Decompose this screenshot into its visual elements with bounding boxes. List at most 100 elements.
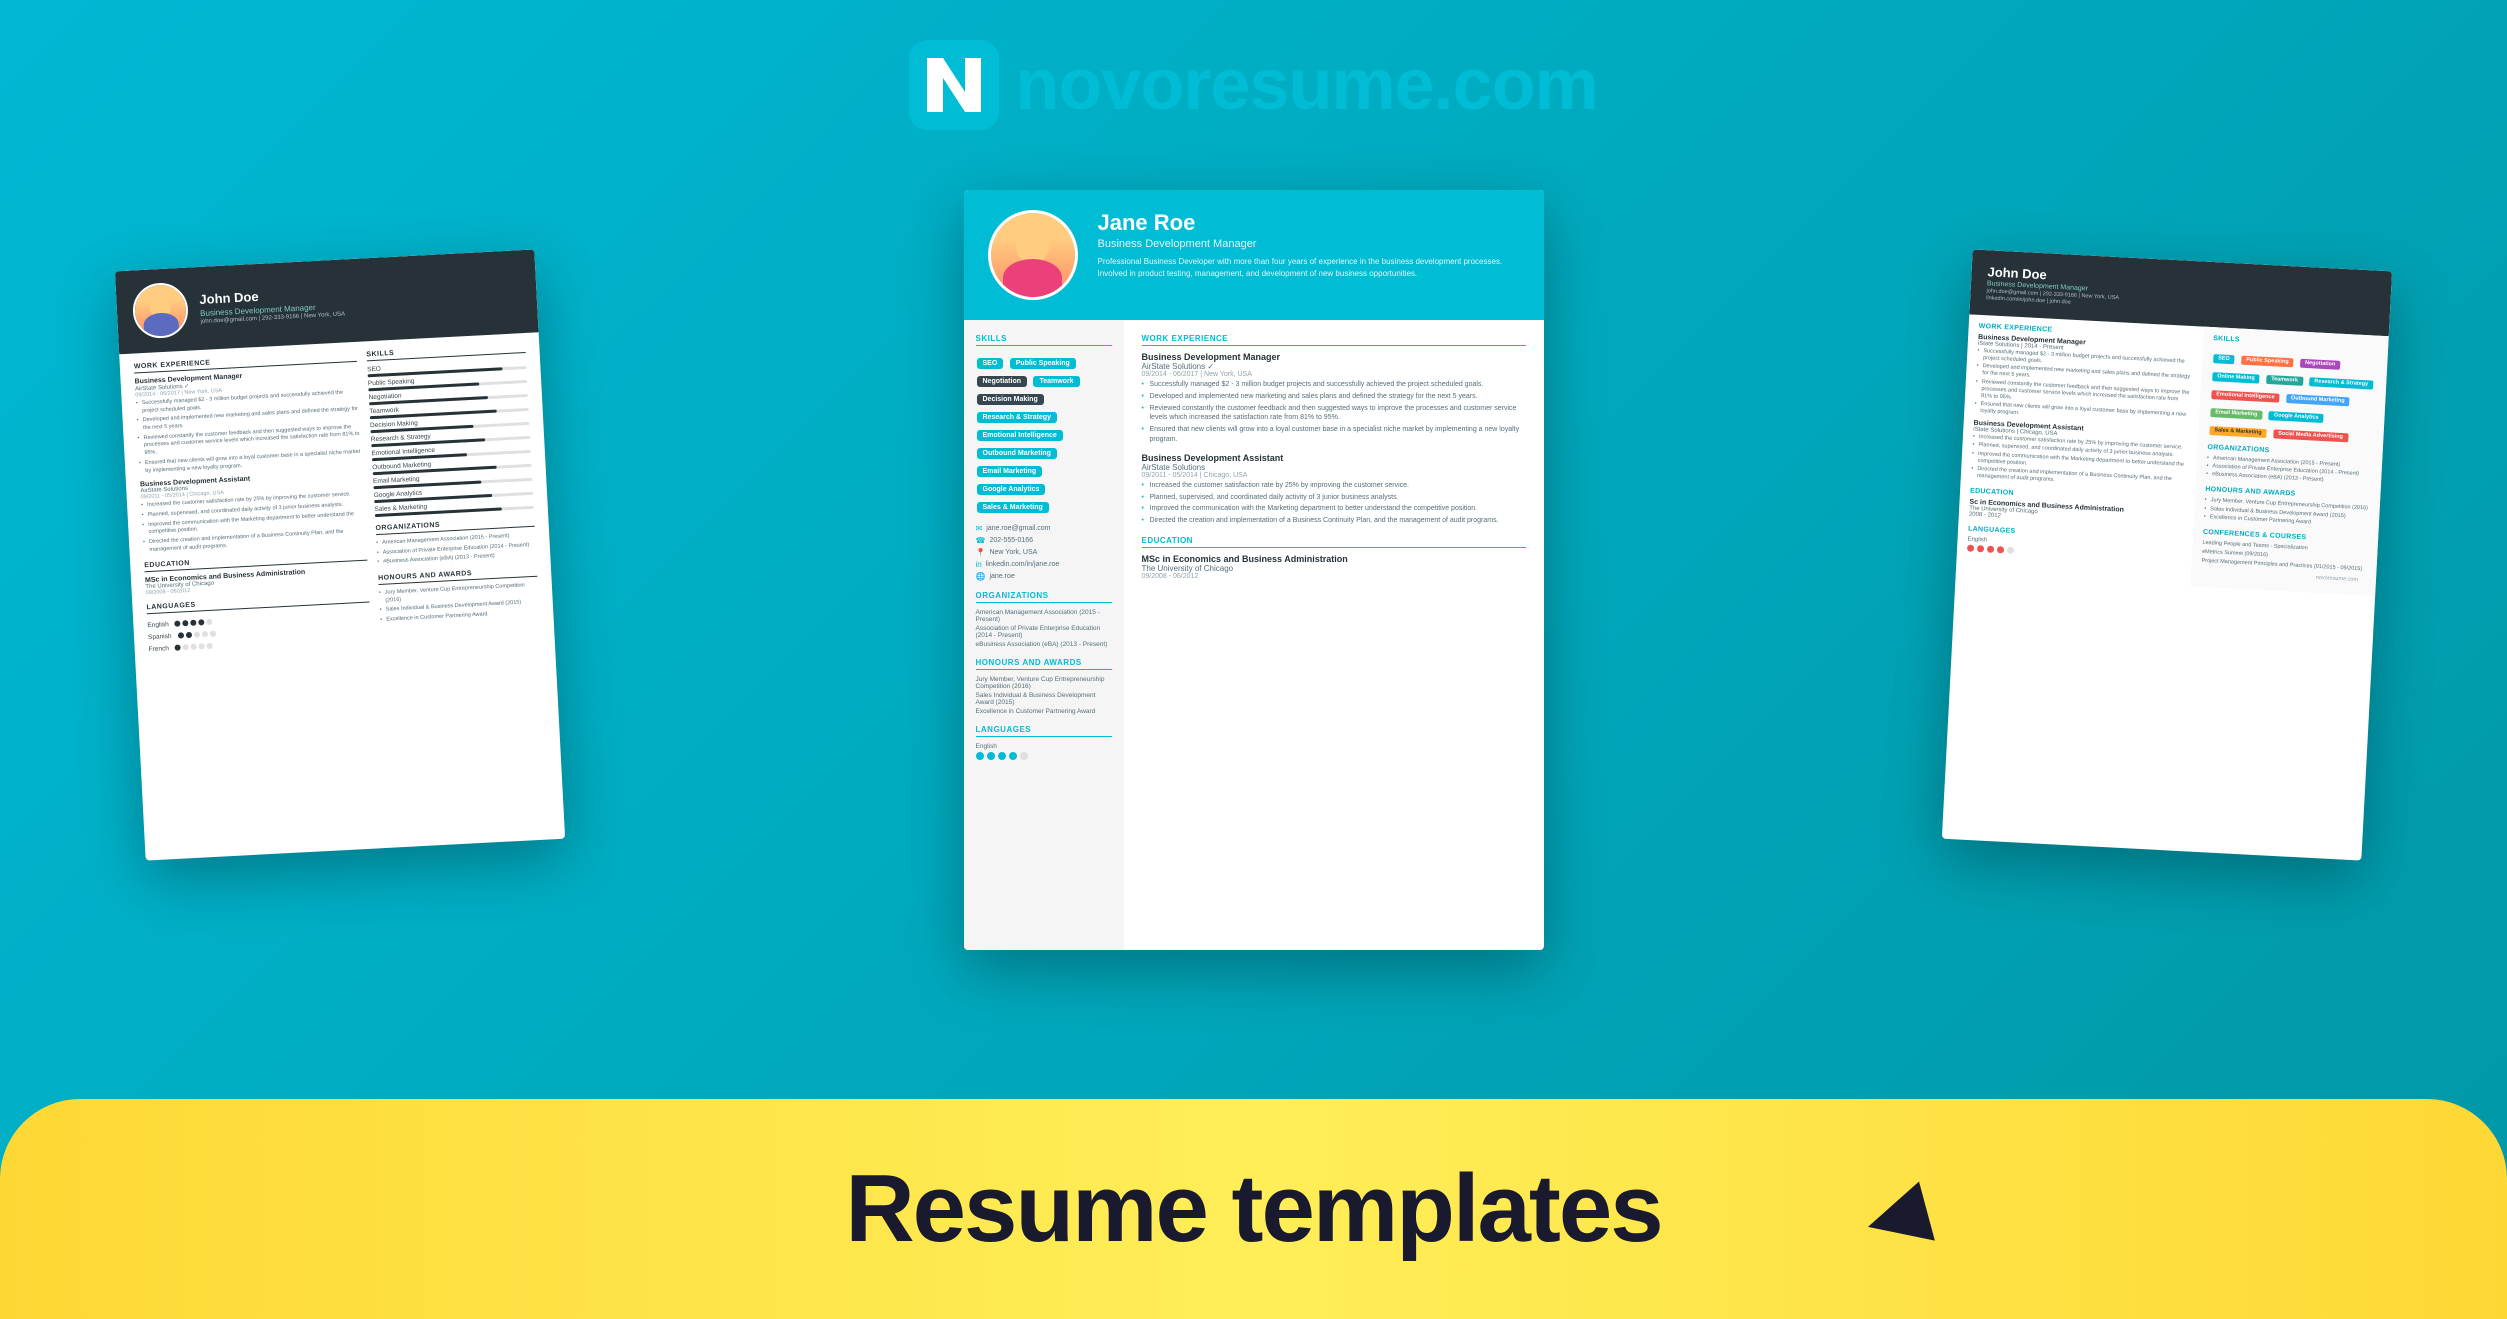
center-email: ✉ jane.roe@gmail.com: [976, 524, 1112, 533]
right-skills-tags: SEO Public Speaking Negotiation Online M…: [2208, 346, 2378, 445]
center-langs-sidebar-title: LANGUAGES: [976, 725, 1112, 737]
skill-tag-speaking: Public Speaking: [1010, 358, 1076, 369]
location-icon: 📍: [976, 548, 986, 557]
rtag-sales: Sales & Marketing: [2209, 426, 2267, 438]
skill-tag-emotional: Emotional Intelligence: [977, 430, 1063, 441]
skill-tag-sales: Sales & Marketing: [977, 502, 1049, 513]
center-edu-school: The University of Chicago: [1142, 564, 1526, 573]
rtag-outbound: Outbound Marketing: [2286, 394, 2350, 406]
center-linkedin: in linkedin.com/in/jane.roe: [976, 560, 1112, 569]
center-body: SKILLS SEO Public Speaking Negotiation T…: [964, 320, 1544, 950]
center-job-1: Business Development Manager AirState So…: [1142, 352, 1526, 445]
linkedin-icon: in: [976, 560, 982, 569]
logo-icon: [909, 40, 999, 130]
center-job-2: Business Development Assistant AirState …: [1142, 453, 1526, 526]
left-header-info: John Doe Business Development Manager jo…: [199, 284, 345, 325]
center-job1-b1: Successfully managed $2 - 3 million budg…: [1142, 380, 1526, 390]
left-lang-fr: French: [149, 645, 170, 653]
rtag-analytics: Google Analytics: [2269, 411, 2324, 423]
right-job-2: Business Development Assistant iState So…: [1971, 420, 2189, 491]
skill-tag-negotiation: Negotiation: [977, 376, 1028, 387]
center-edu-date: 09/2008 - 06/2012: [1142, 573, 1526, 580]
left-job-1: Business Development Manager AirState So…: [134, 367, 362, 476]
center-org-2: Association of Private Enterprise Educat…: [976, 625, 1112, 639]
center-job1-b4: Ensured that new clients will grow into …: [1142, 425, 1526, 445]
center-name: Jane Roe: [1098, 210, 1520, 236]
skill-tag-teamwork: Teamwork: [1033, 376, 1079, 387]
center-work-title: WORK EXPERIENCE: [1142, 334, 1526, 346]
bottom-banner: Resume templates: [0, 1099, 2507, 1319]
center-job1-date: 09/2014 - 06/2017 | New York, USA: [1142, 371, 1526, 378]
center-skills-title: SKILLS: [976, 334, 1112, 346]
center-sidebar: SKILLS SEO Public Speaking Negotiation T…: [964, 320, 1124, 950]
center-contact-section: ✉ jane.roe@gmail.com ☎ 202-555-0166 📍 Ne…: [976, 524, 1112, 581]
center-job2-b2: Planned, supervised, and coordinated dai…: [1142, 493, 1526, 503]
header: novoresume.com: [0, 40, 2507, 130]
skill-tag-outbound: Outbound Marketing: [977, 448, 1057, 459]
left-col-main: WORK EXPERIENCE Business Development Man…: [134, 352, 372, 654]
skill-tag-decision: Decision Making: [977, 394, 1044, 405]
skill-tag-analytics: Google Analytics: [977, 484, 1046, 495]
rtag-emotional: Emotional Intelligence: [2211, 390, 2280, 403]
rtag-seo: SEO: [2213, 354, 2235, 364]
center-edu-degree: MSc in Economics and Business Administra…: [1142, 554, 1526, 564]
center-edu-title: EDUCATION: [1142, 536, 1526, 548]
rtag-speaking: Public Speaking: [2241, 355, 2294, 367]
center-website: 🌐 jane.roe: [976, 572, 1112, 581]
phone-icon: ☎: [976, 536, 986, 545]
rtag-online: Online Making: [2212, 372, 2260, 383]
web-icon: 🌐: [976, 572, 986, 581]
left-job-2: Business Development Assistant AirState …: [140, 470, 366, 555]
center-job1-b3: Reviewed constantly the customer feedbac…: [1142, 404, 1526, 424]
left-col-sidebar: SKILLS SEO Public Speaking Negotiation T…: [366, 343, 540, 641]
center-header-info: Jane Roe Business Development Manager Pr…: [1098, 210, 1520, 280]
rtag-teamwork: Teamwork: [2266, 374, 2303, 385]
resume-card-center: Jane Roe Business Development Manager Pr…: [964, 190, 1544, 950]
skill-tag-email: Email Marketing: [977, 466, 1043, 477]
center-job2-b1: Increased the customer satisfaction rate…: [1142, 481, 1526, 491]
logo-text: novoresume.com: [1015, 44, 1597, 126]
left-languages: English Spanish French: [147, 608, 371, 654]
email-icon: ✉: [976, 524, 983, 533]
center-org-1: American Management Association (2015 - …: [976, 609, 1112, 623]
center-lang-dots: [976, 752, 1112, 760]
right-body: WORK EXPERIENCE Business Development Man…: [1956, 314, 2389, 596]
left-avatar: [132, 282, 190, 340]
skill-tag-research: Research & Strategy: [977, 412, 1057, 423]
right-col-main: WORK EXPERIENCE Business Development Man…: [1956, 314, 2204, 586]
center-desc: Professional Business Developer with mor…: [1098, 256, 1520, 280]
left-lang-es-dots: [177, 631, 215, 639]
center-skills-tags: SEO Public Speaking Negotiation Teamwork…: [976, 352, 1112, 514]
center-job2-company: AirState Solutions: [1142, 463, 1526, 472]
center-main: WORK EXPERIENCE Business Development Man…: [1124, 320, 1544, 950]
center-job1-title: Business Development Manager: [1142, 352, 1526, 362]
resume-card-right: John Doe Business Development Manager jo…: [1942, 249, 2392, 860]
logo-container: novoresume.com: [909, 40, 1597, 130]
center-location: 📍 New York, USA: [976, 548, 1112, 557]
center-job2-b4: Directed the creation and implementation…: [1142, 516, 1526, 526]
center-honour-2: Sales Individual & Business Development …: [976, 692, 1112, 706]
skill-tag-seo: SEO: [977, 358, 1004, 369]
center-job1-b2: Developed and implemented new marketing …: [1142, 392, 1526, 402]
left-lang-es: Spanish: [148, 633, 172, 641]
left-lang-fr-dots: [175, 643, 213, 651]
rtag-social: Social Media Advertising: [2273, 429, 2348, 442]
center-org-3: eBusiness Association (eBA) (2013 - Pres…: [976, 641, 1112, 648]
center-job2-date: 09/2011 - 05/2014 | Chicago, USA: [1142, 472, 1526, 479]
right-header-info: John Doe Business Development Manager jo…: [1986, 264, 2375, 321]
center-title: Business Development Manager: [1098, 238, 1520, 250]
center-lang-en: English: [976, 743, 1112, 750]
resume-card-left: John Doe Business Development Manager jo…: [115, 249, 565, 860]
left-skills-list: SEO Public Speaking Negotiation Teamwork…: [367, 358, 534, 517]
center-org-sidebar-title: ORGANIZATIONS: [976, 591, 1112, 603]
left-resume-body: WORK EXPERIENCE Business Development Man…: [119, 332, 555, 664]
banner-text: Resume templates: [845, 1154, 1661, 1264]
left-lang-en-dots: [175, 619, 213, 627]
right-col-sidebar: SKILLS SEO Public Speaking Negotiation O…: [2190, 327, 2389, 597]
center-avatar: [988, 210, 1078, 300]
center-job2-b3: Improved the communication with the Mark…: [1142, 504, 1526, 514]
rtag-email: Email Marketing: [2210, 408, 2263, 420]
left-lang-en: English: [147, 621, 169, 629]
center-phone: ☎ 202-555-0166: [976, 536, 1112, 545]
center-header: Jane Roe Business Development Manager Pr…: [964, 190, 1544, 320]
